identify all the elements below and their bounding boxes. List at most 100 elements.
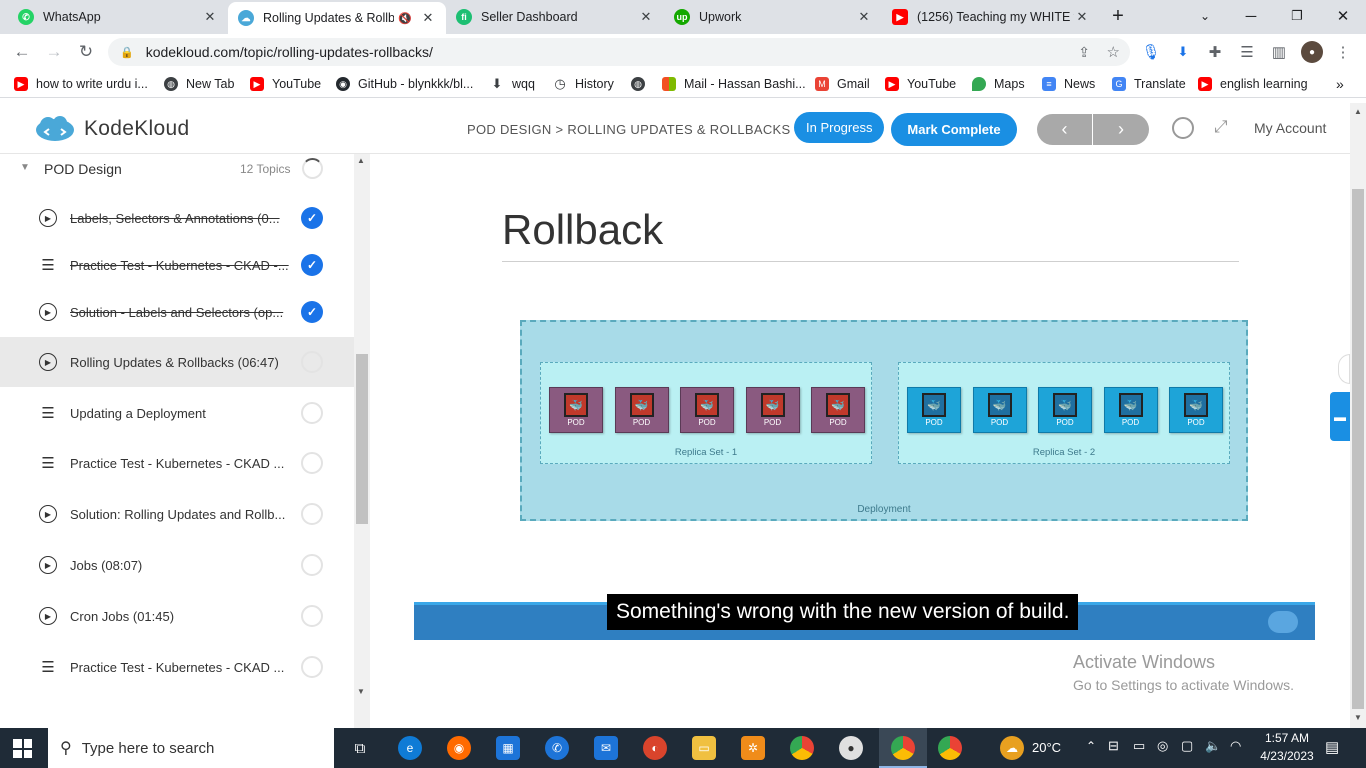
scroll-down-arrow-icon[interactable]: ▼ <box>1354 713 1362 722</box>
next-lesson-button[interactable]: › <box>1093 114 1149 145</box>
lesson-item[interactable]: ▶ Cron Jobs (01:45) <box>0 593 354 639</box>
lesson-item[interactable]: ☰ Practice Test - Kubernetes - CKAD ... <box>0 644 354 690</box>
chrome-profile-icon[interactable] <box>938 736 962 760</box>
fullscreen-icon[interactable]: ⤢ <box>1214 117 1228 137</box>
volume-icon[interactable]: 🔈 <box>1205 738 1221 754</box>
tab-seller-dashboard[interactable]: fi Seller Dashboard ✕ <box>446 0 664 34</box>
bookmark-item[interactable]: ▶ how to write urdu i... <box>14 75 148 93</box>
dark-mode-icon[interactable] <box>1172 117 1194 139</box>
bookmark-item[interactable]: ◍ New Tab <box>164 75 234 93</box>
settings-gear-icon[interactable]: ✲ <box>741 736 765 760</box>
file-explorer-icon[interactable]: ▭ <box>692 736 716 760</box>
sidebar-scrollbar[interactable]: ▲ ▼ <box>354 154 370 728</box>
display-icon[interactable]: ▢ <box>1181 738 1193 754</box>
chrome-icon[interactable] <box>790 736 814 760</box>
battery-icon[interactable]: ▭ <box>1133 738 1145 754</box>
puzzle-extensions-icon[interactable]: ✚ <box>1205 42 1225 62</box>
video-area[interactable]: Rollback 🐳 POD 🐳 POD 🐳 POD 🐳 POD 🐳 POD Replica Se… <box>370 154 1350 728</box>
scrollbar-thumb[interactable] <box>356 354 368 524</box>
close-icon[interactable]: ✕ <box>202 9 218 25</box>
voice-widget-button[interactable] <box>1338 354 1350 384</box>
bookmark-item[interactable]: ◷ History <box>553 75 614 93</box>
lesson-item[interactable]: ☰ Updating a Deployment <box>0 390 354 436</box>
tab-search-icon[interactable]: ⌄ <box>1182 0 1228 32</box>
lesson-item[interactable]: ☰ Practice Test - Kubernetes - CKAD ... <box>0 440 354 486</box>
side-panel-icon[interactable]: ▥ <box>1269 42 1289 62</box>
chevron-up-icon[interactable]: ⌃ <box>1086 739 1096 753</box>
app-shell-icon[interactable]: ◐ <box>643 736 667 760</box>
lesson-item[interactable]: ☰ Practice Test - Kubernetes - CKAD -...… <box>0 242 354 288</box>
clock-time[interactable]: 1:57 AM <box>1257 731 1317 745</box>
notifications-icon[interactable]: ▤ <box>1325 738 1339 756</box>
lesson-item-current[interactable]: ▶ Rolling Updates & Rollbacks (06:47) <box>0 337 354 387</box>
edge-icon[interactable]: e <box>398 736 422 760</box>
tab-whatsapp[interactable]: ✆ WhatsApp ✕ <box>8 0 228 34</box>
bookmark-star-icon[interactable]: ☆ <box>1107 43 1120 61</box>
lesson-item[interactable]: ▶ Solution: Rolling Updates and Rollb... <box>0 491 354 537</box>
extension-download-icon[interactable]: ⬇ <box>1173 42 1193 62</box>
scroll-up-arrow-icon[interactable]: ▲ <box>357 156 365 165</box>
chrome-active-task[interactable] <box>879 728 927 768</box>
bookmark-item[interactable]: ◉ GitHub - blynkkk/bl... <box>336 75 473 93</box>
bookmark-item[interactable]: ◍ <box>631 75 653 93</box>
close-icon[interactable]: ✕ <box>1074 9 1090 25</box>
speaker-mute-icon[interactable]: 🔇 <box>398 12 412 25</box>
taskbar-search-box[interactable]: ⚲ Type here to search <box>48 728 334 768</box>
meet-now-icon[interactable]: ◎ <box>1157 738 1168 754</box>
bookmark-item[interactable]: ≡ News <box>1042 75 1095 93</box>
reload-button[interactable]: ↻ <box>72 39 100 65</box>
bookmark-item[interactable]: ▶ YouTube <box>885 75 956 93</box>
phone-app-icon[interactable]: ✆ <box>545 736 569 760</box>
minimize-button[interactable]: ─ <box>1228 0 1274 32</box>
task-view-icon[interactable]: ⧉ <box>348 736 372 760</box>
brand-logo[interactable]: KodeKloud <box>34 115 189 143</box>
windows-start-icon[interactable] <box>13 739 32 758</box>
address-bar[interactable]: 🔒 kodekloud.com/topic/rolling-updates-ro… <box>108 38 1130 66</box>
store-icon[interactable]: ▦ <box>496 736 520 760</box>
chat-icon[interactable]: ▬ <box>1330 392 1350 441</box>
menu-kebab-icon[interactable]: ⋮ <box>1333 42 1353 62</box>
scroll-up-arrow-icon[interactable]: ▲ <box>1354 107 1362 116</box>
close-icon[interactable]: ✕ <box>420 10 436 26</box>
collapse-caret-icon[interactable]: ▼ <box>20 162 30 173</box>
bookmark-item[interactable]: ⬇ wqq <box>490 75 535 93</box>
close-icon[interactable]: ✕ <box>638 9 654 25</box>
lesson-item[interactable]: ▶ Labels, Selectors & Annotations (0... … <box>0 195 354 241</box>
lesson-item[interactable]: ▶ Jobs (08:07) <box>0 542 354 588</box>
mail-icon[interactable]: ✉ <box>594 736 618 760</box>
firefox-icon[interactable]: ◉ <box>447 736 471 760</box>
tab-upwork[interactable]: up Upwork ✕ <box>664 0 882 34</box>
tab-youtube[interactable]: ▶ (1256) Teaching my WHITE fr ✕ <box>882 0 1100 34</box>
bookmark-item[interactable]: Maps <box>972 75 1025 93</box>
new-tab-button[interactable]: + <box>1100 0 1136 32</box>
tab-rolling-updates[interactable]: ☁ Rolling Updates & Rollbacks 🔇 ✕ <box>228 2 446 34</box>
scroll-down-arrow-icon[interactable]: ▼ <box>357 687 365 696</box>
weather-temperature[interactable]: 20°C <box>1032 740 1061 755</box>
section-header[interactable]: ▼ POD Design 12 Topics <box>0 154 354 184</box>
profile-avatar[interactable]: ● <box>1301 41 1323 63</box>
status-badge[interactable]: In Progress <box>794 112 885 143</box>
weather-icon[interactable]: ☁ <box>1000 736 1024 760</box>
reading-list-icon[interactable]: ☰ <box>1237 42 1257 62</box>
back-button[interactable]: ← <box>8 39 36 65</box>
share-icon[interactable]: ⇪ <box>1078 44 1090 61</box>
lesson-item[interactable]: ▶ Solution - Labels and Selectors (op...… <box>0 289 354 335</box>
breadcrumb[interactable]: POD DESIGN > ROLLING UPDATES & ROLLBACKS <box>467 122 791 137</box>
more-bookmarks-chevron-icon[interactable]: » <box>1336 75 1344 93</box>
page-scrollbar[interactable]: ▲ ▼ <box>1350 103 1366 728</box>
obs-icon[interactable]: ● <box>839 736 863 760</box>
close-icon[interactable]: ✕ <box>856 9 872 25</box>
bookmark-item[interactable]: ▶ YouTube <box>250 75 321 93</box>
forward-button[interactable]: → <box>40 39 68 65</box>
network-icon[interactable]: ⊟ <box>1108 738 1119 754</box>
bookmark-item[interactable]: ▶ english learning <box>1198 75 1308 93</box>
window-close-button[interactable]: ✕ <box>1320 0 1366 32</box>
bookmark-item[interactable]: G Translate <box>1112 75 1186 93</box>
bookmark-item[interactable]: Mail - Hassan Bashi... <box>662 75 806 93</box>
previous-lesson-button[interactable]: ‹ <box>1037 114 1092 145</box>
scrollbar-thumb[interactable] <box>1352 189 1364 709</box>
restore-button[interactable]: ❐ <box>1274 0 1320 32</box>
microphone-icon[interactable]: 🎙 <box>1141 42 1161 62</box>
my-account-link[interactable]: My Account <box>1254 120 1326 136</box>
wifi-icon[interactable]: ◠ <box>1230 738 1241 754</box>
